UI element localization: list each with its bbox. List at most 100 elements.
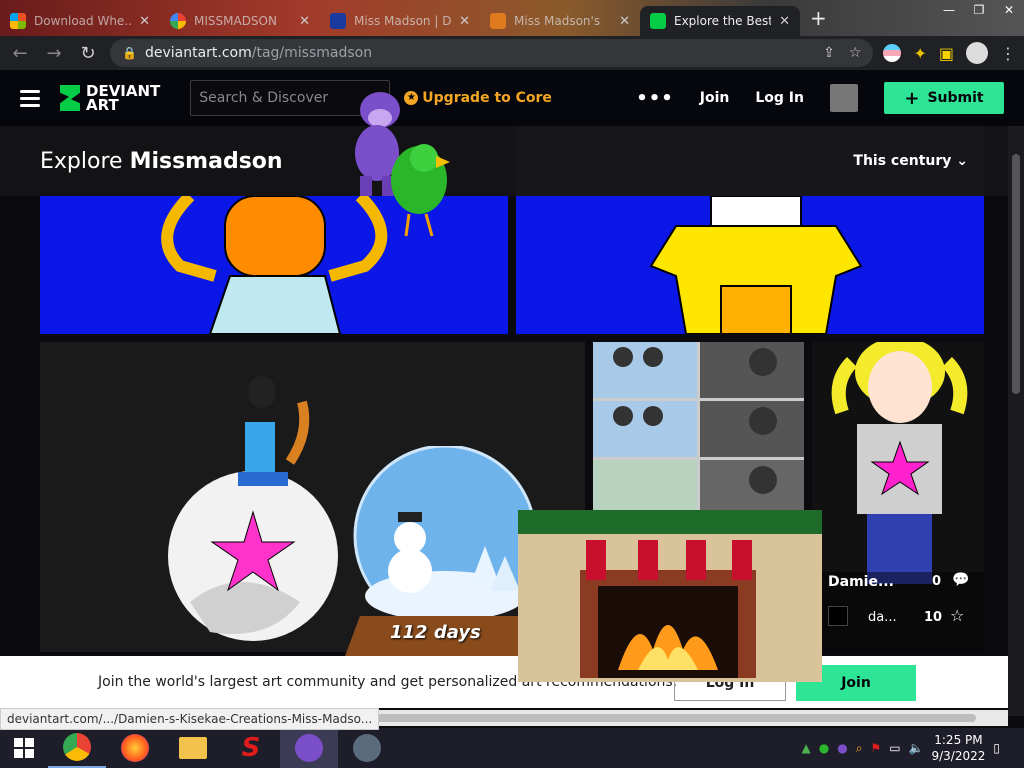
extension-flag-icon[interactable] xyxy=(883,44,902,62)
artwork-card-tile[interactable]: Damie... 0 💬 da... 10 ☆ xyxy=(812,342,984,652)
close-tab-icon[interactable]: ✕ xyxy=(779,14,790,29)
deviation-title[interactable]: Damie... xyxy=(828,574,894,590)
site-favicon-icon xyxy=(490,13,506,29)
author-avatar[interactable] xyxy=(828,606,848,626)
login-link[interactable]: Log In xyxy=(755,90,804,106)
taskbar-app-s[interactable]: S xyxy=(222,728,280,768)
browser-tab-3[interactable]: Miss Madson | D ✕ xyxy=(320,6,480,36)
deviantart-logo[interactable]: DEVIANT ART xyxy=(60,84,160,114)
green-parrot-mascot xyxy=(384,140,454,240)
close-tab-icon[interactable]: ✕ xyxy=(299,14,310,29)
bookmark-star-icon[interactable]: ☆ xyxy=(849,45,862,61)
puzzle-extension-icon[interactable]: ✦ xyxy=(913,44,926,63)
search-placeholder: Search & Discover xyxy=(199,90,329,106)
flash-icon xyxy=(353,734,381,762)
url-host: deviantart.com xyxy=(144,45,252,61)
fireplace-decoration xyxy=(518,510,822,682)
close-window-button[interactable]: ✕ xyxy=(994,0,1024,20)
volume-icon[interactable]: 🔈 xyxy=(909,741,924,755)
favorite-star-icon[interactable]: ☆ xyxy=(950,606,964,625)
new-tab-button[interactable]: + xyxy=(800,6,837,36)
submit-button[interactable]: + Submit xyxy=(884,82,1004,114)
browser-tab-4[interactable]: Miss Madson's ✕ xyxy=(480,6,640,36)
windows-taskbar: S ▲ ● ● ⌕ ⚑ ▭ 🔈 1:25 PM 9/3/2022 ▯ xyxy=(0,728,1024,768)
address-bar[interactable]: 🔒 deviantart.com/tag/missmadson ⇪ ☆ xyxy=(110,39,874,67)
tray-bonzi-icon[interactable]: ● xyxy=(837,741,847,755)
tray-flag-icon[interactable]: ⚑ xyxy=(870,741,881,755)
tray-search-icon[interactable]: ⌕ xyxy=(856,741,863,756)
profile-avatar-icon[interactable] xyxy=(966,42,988,64)
upgrade-link[interactable]: ★ Upgrade to Core xyxy=(404,90,552,106)
tag-name: Missmadson xyxy=(129,148,283,174)
days-countdown-label: 112 days xyxy=(390,622,481,643)
artwork-collage-tile[interactable] xyxy=(593,342,804,512)
browser-tab-1[interactable]: Download Whe... ✕ xyxy=(0,6,160,36)
comment-icon[interactable]: 💬 xyxy=(952,572,969,588)
sort-dropdown[interactable]: This century ⌄ xyxy=(853,153,968,169)
clock[interactable]: 1:25 PM 9/3/2022 xyxy=(931,732,985,764)
minimize-button[interactable]: — xyxy=(934,0,964,20)
user-avatar-icon[interactable] xyxy=(830,84,858,112)
windows-logo-icon xyxy=(10,13,26,29)
comment-count: 0 xyxy=(932,574,942,589)
chevron-down-icon: ⌄ xyxy=(956,153,968,169)
taskbar-flash[interactable] xyxy=(338,728,396,768)
logo-text-line2: ART xyxy=(86,96,119,114)
more-options-button[interactable]: ••• xyxy=(636,88,674,109)
taskbar-chrome[interactable] xyxy=(48,728,106,768)
chrome-icon xyxy=(63,733,91,761)
site-favicon-icon xyxy=(330,13,346,29)
menu-hamburger-icon[interactable] xyxy=(20,89,40,107)
join-link[interactable]: Join xyxy=(700,90,730,106)
clock-date: 9/3/2022 xyxy=(931,749,986,763)
browser-tab-2[interactable]: MISSMADSON ✕ xyxy=(160,6,320,36)
upgrade-label: Upgrade to Core xyxy=(422,90,552,106)
author-name[interactable]: da... xyxy=(868,610,897,625)
s-app-icon: S xyxy=(241,733,261,763)
folder-icon xyxy=(179,737,207,759)
taskbar-file-explorer[interactable] xyxy=(164,728,222,768)
start-button[interactable] xyxy=(0,728,48,768)
notifications-icon[interactable]: ▯ xyxy=(993,741,1000,755)
window-controls: — ❐ ✕ xyxy=(934,0,1024,20)
site-header: DEVIANTART Search & Discover ⌕ ★ Upgrade… xyxy=(0,70,1024,126)
artwork-image xyxy=(593,342,804,512)
purple-gorilla-icon xyxy=(295,734,323,762)
tray-parrot-icon[interactable]: ● xyxy=(819,741,829,755)
forward-arrow-icon[interactable]: → xyxy=(42,43,66,64)
windows-start-icon xyxy=(14,738,34,758)
taskbar-firefox[interactable] xyxy=(106,728,164,768)
tab-title: Miss Madson | D xyxy=(354,14,452,28)
close-tab-icon[interactable]: ✕ xyxy=(459,14,470,29)
favorite-count: 10 xyxy=(924,610,943,625)
system-tray: ▲ ● ● ⌕ ⚑ ▭ 🔈 1:25 PM 9/3/2022 ▯ xyxy=(801,732,1024,764)
firefox-icon xyxy=(121,734,149,762)
taskbar-bonzi[interactable] xyxy=(280,728,338,768)
artwork-tile[interactable] xyxy=(516,196,984,334)
tab-title: Explore the Best xyxy=(674,14,772,28)
tray-tree-icon[interactable]: ▲ xyxy=(801,741,810,755)
reload-icon[interactable]: ↻ xyxy=(76,43,100,64)
url-path: /tag/missmadson xyxy=(251,45,373,61)
tab-title: Download Whe... xyxy=(34,14,132,28)
deviantart-logo-icon xyxy=(60,85,80,111)
maximize-button[interactable]: ❐ xyxy=(964,0,994,20)
tab-title: Miss Madson's xyxy=(514,14,601,28)
share-icon[interactable]: ⇪ xyxy=(823,45,835,61)
status-bar-url: deviantart.com/.../Damien-s-Kisekae-Crea… xyxy=(0,708,380,730)
network-icon[interactable]: ▭ xyxy=(889,741,900,755)
submit-label: Submit xyxy=(927,90,984,106)
explore-bar: Explore Missmadson This century ⌄ xyxy=(0,126,1008,196)
vertical-scrollbar[interactable] xyxy=(1008,126,1024,716)
browser-tab-bar: Download Whe... ✕ MISSMADSON ✕ Miss Mads… xyxy=(0,0,1024,36)
browser-menu-icon[interactable]: ⋮ xyxy=(1000,44,1016,63)
lock-icon: 🔒 xyxy=(122,46,137,60)
sidepanel-icon[interactable]: ▣ xyxy=(939,44,954,63)
close-tab-icon[interactable]: ✕ xyxy=(139,14,150,29)
page-title: Explore Missmadson xyxy=(40,148,283,174)
close-tab-icon[interactable]: ✕ xyxy=(619,14,630,29)
browser-tab-5[interactable]: Explore the Best ✕ xyxy=(640,6,800,36)
deviantart-favicon-icon xyxy=(650,13,666,29)
back-arrow-icon[interactable]: ← xyxy=(8,43,32,64)
tab-title: MISSMADSON xyxy=(194,14,277,28)
